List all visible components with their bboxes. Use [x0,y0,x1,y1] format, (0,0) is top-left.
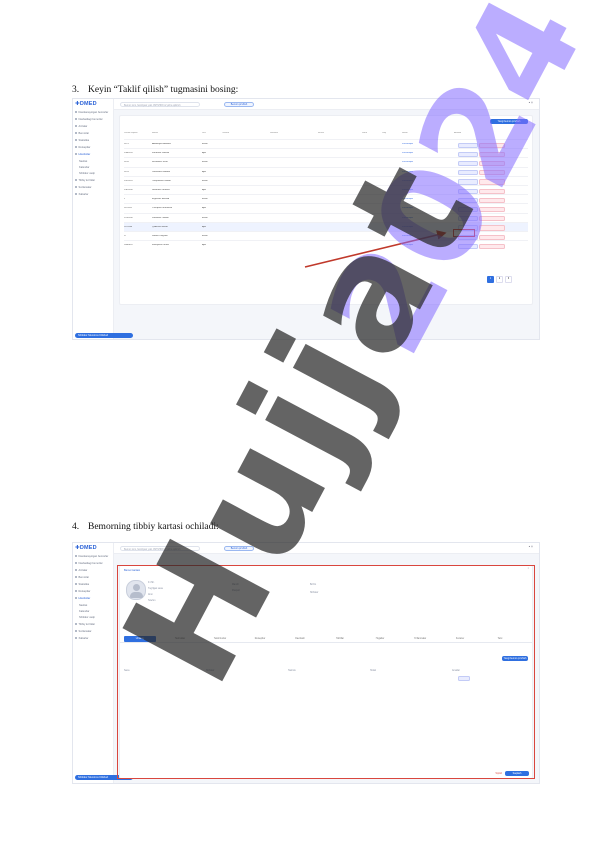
sidebar-item[interactable]: Arizalar [75,569,87,572]
user-menu[interactable]: ● ◎ [529,545,533,548]
sidebar-subitem[interactable]: Navbat [79,604,87,607]
add-patient-button[interactable]: Bemor qo'shish [224,545,254,551]
sidebar-subitem[interactable]: Kalendar [79,610,89,613]
step-4-caption: 4. Bemorning tibbiy kartasi ochiladi: [72,521,219,533]
sidebar-item[interactable]: Xabarlar [75,637,88,640]
highlight-patient-card [117,565,535,779]
sidebar-item[interactable]: Bemorlar [75,576,89,579]
step-number: 4. [72,522,80,532]
sidebar-subitem[interactable]: Shifokor vaqti [79,616,95,619]
screenshot-patient-card: ✚DMED Davolanayotgan bemorlar Navbatdagi… [72,542,540,784]
sidebar-item[interactable]: Sozlamalar [75,630,91,633]
annotation-arrow [304,230,447,268]
step-3-caption: 3. Keyin “Taklif qilish” tugmasini bosing… [72,84,238,96]
step-number: 3. [72,85,80,95]
sidebar-item[interactable]: Davolanayotgan bemorlar [75,555,108,558]
sidebar-item[interactable]: Tibbiy ko'riklar [75,623,95,626]
search-input[interactable]: Bemor ismi, familiyasi yoki JSHSHIR bo'y… [120,545,200,551]
sidebar-item[interactable]: Retseptlar [75,590,90,593]
sidebar-item[interactable]: Navbatdagi bemorlar [75,562,103,565]
highlight-invite-button [453,229,475,237]
sidebar: ✚DMED Davolanayotgan bemorlar Navbatdagi… [73,543,133,783]
screenshot-patient-list: ✚DMED Davolanayotgan bemorlar Navbatdagi… [72,98,540,340]
step-text: Keyin “Taklif qilish” tugmasini bosing: [88,85,239,95]
step-text: Bemorning tibbiy kartasi ochiladi: [88,522,219,532]
sidebar-item-active[interactable]: Hisobotlar [75,597,90,600]
sidebar-item[interactable]: Statistika [75,583,89,586]
top-bar: Bemor ismi, familiyasi yoki JSHSHIR bo'y… [114,543,539,554]
app-logo: ✚DMED [75,545,97,551]
